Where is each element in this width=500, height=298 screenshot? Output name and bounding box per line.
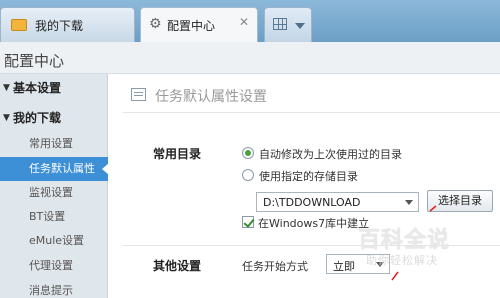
watermark-subtitle: 助你轻松解决 — [366, 254, 438, 267]
watermark-title: 百科全说 — [358, 228, 451, 253]
annotation-arrow-bottom — [391, 271, 399, 281]
annotation-arrow-top — [429, 205, 437, 212]
watermark: 百科全说 助你轻松解决 — [350, 222, 470, 270]
